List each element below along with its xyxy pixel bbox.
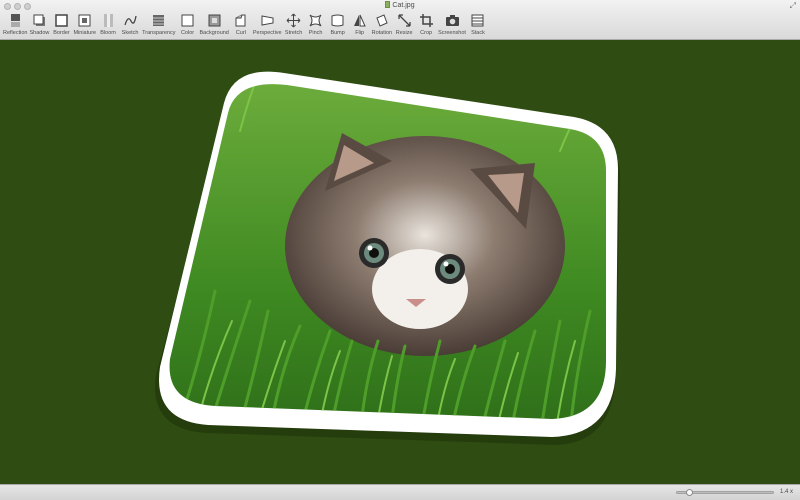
toolbar-button-bump[interactable]: Bump — [327, 12, 349, 37]
toolbar-button-label: Shadow — [29, 30, 50, 36]
toolbar-button-bloom[interactable]: Bloom — [97, 12, 119, 37]
window-title: Cat.jpg — [0, 1, 800, 10]
bloom-icon — [98, 12, 118, 28]
toolbar-button-label: Border — [53, 30, 70, 36]
zoom-label: 1.4 x — [780, 489, 794, 495]
toolbar-button-curl[interactable]: Curl — [230, 12, 252, 37]
sketch-icon — [120, 12, 140, 28]
toolbar-button-label: Curl — [235, 30, 246, 36]
toolbar-button-border[interactable]: Border — [50, 12, 72, 37]
edited-photo — [155, 71, 621, 446]
status-bar: 1.4 x — [0, 484, 800, 500]
toolbar-button-label: Resize — [395, 30, 413, 36]
toolbar-button-perspective[interactable]: Perspective — [252, 12, 283, 37]
toolbar-button-label: Screenshot — [438, 30, 466, 36]
toolbar-button-shadow[interactable]: Shadow — [28, 12, 50, 37]
toolbar-button-label: Stack — [471, 30, 485, 36]
toolbar-button-miniature[interactable]: Miniature — [72, 12, 97, 37]
zoom-slider-knob[interactable] — [686, 489, 694, 496]
toolbar-button-label: Sketch — [121, 30, 139, 36]
toolbar-button-color[interactable]: Color — [177, 12, 199, 37]
toolbar-button-label: Color — [180, 30, 195, 36]
bump-icon — [328, 12, 348, 28]
toolbar-button-rotation[interactable]: Rotation — [371, 12, 394, 37]
perspective-icon — [257, 12, 277, 28]
window-title-text: Cat.jpg — [392, 2, 415, 9]
reflection-icon — [5, 12, 25, 28]
resize-icon — [394, 12, 414, 28]
toolbar-button-label: Reflection — [3, 30, 28, 36]
toolbar-button-label: Transparency — [142, 30, 176, 36]
toolbar-button-label: Bloom — [100, 30, 116, 36]
shadow-icon — [29, 12, 49, 28]
toolbar-button-label: Stretch — [284, 30, 303, 36]
toolbar-button-reflection[interactable]: Reflection — [2, 12, 28, 37]
toolbar-button-background[interactable]: Background — [199, 12, 230, 37]
pinch-icon — [306, 12, 326, 28]
zoom-slider[interactable] — [676, 489, 774, 496]
fullscreen-icon[interactable]: ⤢ — [790, 1, 796, 10]
stretch-icon — [284, 12, 304, 28]
rotation-icon — [372, 12, 392, 28]
toolbar-button-label: Flip — [355, 30, 365, 36]
toolbar-button-transparency[interactable]: Transparency — [141, 12, 176, 37]
stack-icon — [468, 12, 488, 28]
flip-icon — [350, 12, 370, 28]
camera-icon — [442, 12, 462, 28]
toolbar-button-label: Miniature — [73, 30, 97, 36]
background-icon — [204, 12, 224, 28]
toolbar-button-stretch[interactable]: Stretch — [283, 12, 305, 37]
toolbar-button-label: Rotation — [371, 30, 393, 36]
crop-icon — [416, 12, 436, 28]
toolbar-button-stack[interactable]: Stack — [467, 12, 489, 37]
image-file-icon — [385, 1, 391, 8]
color-icon — [178, 12, 198, 28]
toolbar-button-label: Background — [199, 30, 229, 36]
toolbar-button-resize[interactable]: Resize — [393, 12, 415, 37]
toolbar-button-crop[interactable]: Crop — [415, 12, 437, 37]
toolbar-button-screenshot[interactable]: Screenshot — [437, 12, 467, 37]
toolbar-button-sketch[interactable]: Sketch — [119, 12, 141, 37]
toolbar-button-label: Bump — [330, 30, 345, 36]
toolbar-button-label: Pinch — [308, 30, 323, 36]
border-icon — [51, 12, 71, 28]
title-bar: Cat.jpg ⤢ Reflection Shadow Border Miniatur… — [0, 0, 800, 40]
image-canvas[interactable] — [0, 41, 800, 484]
toolbar-button-pinch[interactable]: Pinch — [305, 12, 327, 37]
toolbar-button-label: Crop — [420, 30, 433, 36]
curl-icon — [231, 12, 251, 28]
transparency-icon — [149, 12, 169, 28]
toolbar-button-label: Perspective — [252, 30, 282, 36]
miniature-icon — [75, 12, 95, 28]
toolbar: Reflection Shadow Border Miniature Bloom Sket… — [2, 12, 489, 39]
toolbar-button-flip[interactable]: Flip — [349, 12, 371, 37]
